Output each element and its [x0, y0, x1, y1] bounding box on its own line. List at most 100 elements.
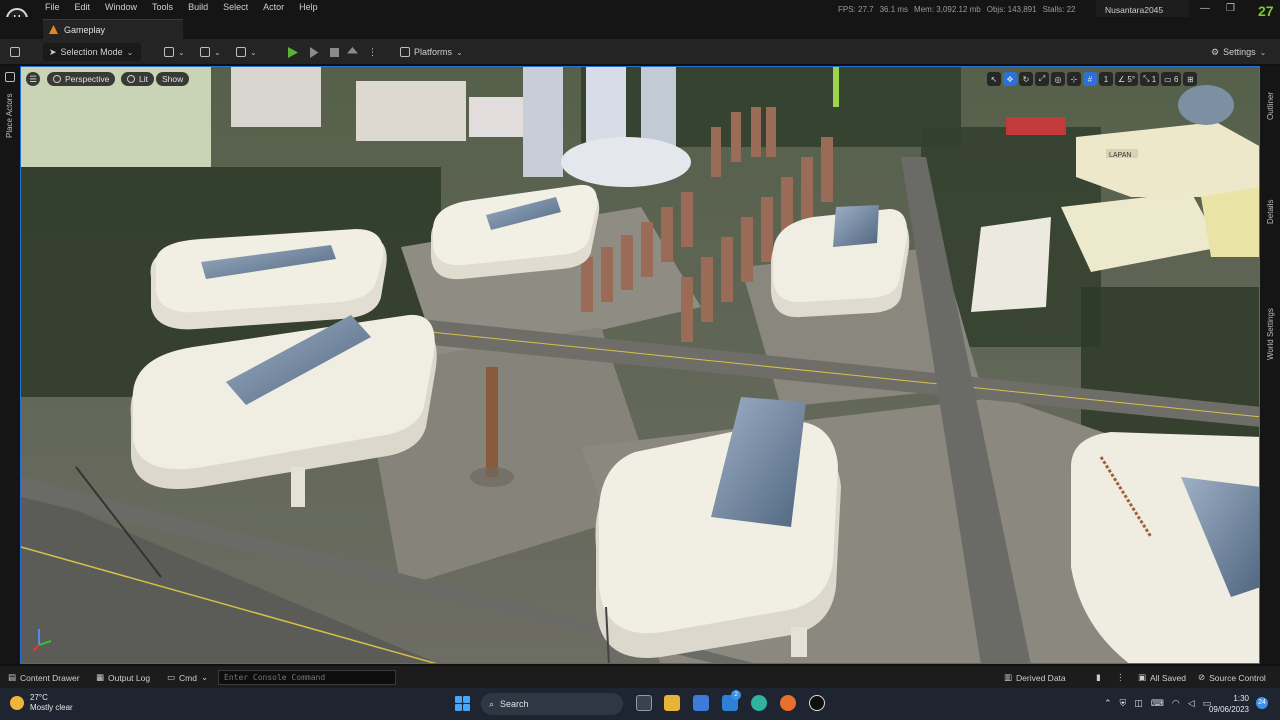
save-button[interactable]	[10, 43, 20, 61]
clock-date: 09/06/2023	[1208, 705, 1249, 714]
show-button[interactable]: Show	[156, 72, 190, 86]
microsoft-store-icon[interactable]	[693, 695, 709, 711]
building-f	[1071, 432, 1259, 663]
chevron-down-icon: ⌄	[126, 47, 134, 57]
lit-button[interactable]: Lit	[121, 72, 154, 86]
search-icon: ⌕	[489, 698, 495, 709]
content-drawer-label: Content Drawer	[20, 672, 80, 683]
rotation-snap-value: 5°	[1127, 74, 1136, 84]
chevron-up-icon[interactable]: ⌃	[1104, 698, 1112, 709]
world-local-button[interactable]: ◎	[1051, 72, 1065, 86]
details-tab[interactable]: Details	[1266, 200, 1275, 224]
level-icon	[49, 25, 58, 34]
keyboard-icon[interactable]: ⌨	[1151, 698, 1164, 709]
weather-widget[interactable]: 27°C Mostly clear	[10, 693, 73, 713]
menu-edit[interactable]: Edit	[75, 2, 100, 12]
search-label: Search	[500, 699, 529, 709]
menu-tools[interactable]: Tools	[152, 2, 182, 12]
memory-readout: Mem: 3,092.12 mb	[914, 5, 981, 14]
minimize-button[interactable]: —	[1200, 3, 1210, 14]
mail-icon[interactable]: 2	[722, 690, 741, 711]
menu-file[interactable]: File	[45, 2, 69, 12]
maximize-button[interactable]: ❐	[1226, 3, 1235, 14]
derived-data-button[interactable]: ▥ Derived Data	[1004, 672, 1066, 683]
viewport-menu-button[interactable]: ☰	[26, 72, 40, 86]
translate-tool-button[interactable]: ✥	[1003, 72, 1017, 86]
start-button[interactable]	[455, 696, 470, 711]
selection-mode-dropdown[interactable]: ➤ Selection Mode ⌄	[43, 43, 141, 61]
rotate-tool-button[interactable]: ↻	[1019, 72, 1033, 86]
level-viewport[interactable]: LAPAN ☰ Perspective Lit Show ↖ ✥ ↻ ⤢ ◎ ⊹…	[20, 66, 1260, 664]
eject-icon[interactable]	[347, 47, 358, 54]
perf-stats: FPS: 27.7 36.1 ms Mem: 3,092.12 mb Objs:…	[838, 5, 1075, 14]
grid-size-button[interactable]: 1	[1099, 72, 1113, 86]
grid-size-value: 1	[1103, 74, 1109, 84]
console-command-input[interactable]	[218, 670, 396, 685]
file-explorer-icon[interactable]	[664, 695, 680, 711]
unreal-engine-taskbar-icon[interactable]	[809, 695, 825, 711]
menu-window[interactable]: Window	[105, 2, 146, 12]
project-name: Nusantara2045	[1096, 0, 1189, 17]
add-actor-button[interactable]: ⌄	[164, 43, 185, 61]
source-control-button[interactable]: ⊘ Source Control	[1198, 672, 1266, 683]
perspective-label: Perspective	[65, 74, 110, 84]
platforms-dropdown[interactable]: Platforms ⌄	[400, 43, 463, 61]
perspective-button[interactable]: Perspective	[47, 72, 116, 86]
tab-gameplay[interactable]: Gameplay	[43, 19, 183, 39]
play-options-button[interactable]: ⋮	[368, 43, 377, 61]
step-icon[interactable]	[310, 47, 319, 58]
menu-build[interactable]: Build	[188, 2, 217, 12]
grid-snap-button[interactable]: #	[1083, 72, 1097, 86]
place-actors-tab[interactable]: Place Actors	[5, 94, 14, 138]
lapan-sign: LAPAN	[1109, 152, 1131, 159]
more-options-button[interactable]: ⋮	[1116, 672, 1125, 683]
content-drawer-button[interactable]: ▤ Content Drawer	[8, 672, 80, 683]
scale-snap-value: 1	[1151, 74, 1157, 84]
scale-snap-button[interactable]: ⤡ 1	[1140, 72, 1160, 86]
show-label: Show	[162, 74, 184, 84]
blueprint-icon	[200, 47, 210, 57]
task-view-icon[interactable]	[636, 695, 652, 711]
edge-browser-icon[interactable]	[751, 695, 767, 711]
viewport-layout-button[interactable]: ⊞	[1183, 72, 1198, 86]
bar-chart-icon: ▮	[1096, 672, 1101, 682]
save-icon	[10, 47, 20, 57]
taskbar-clock[interactable]: 1:30 09/06/2023	[1205, 693, 1249, 715]
cinematics-button[interactable]: ⌄	[236, 43, 257, 61]
menu-actor[interactable]: Actor	[263, 2, 293, 12]
blueprint-button[interactable]: ⌄	[200, 43, 221, 61]
cmd-dropdown[interactable]: ▭ Cmd ⌄	[167, 672, 208, 683]
add-cube-icon	[164, 47, 174, 57]
outliner-tab[interactable]: Outliner	[1266, 92, 1275, 120]
window-controls: — ❐	[1200, 3, 1235, 14]
stats-graph-button[interactable]: ▮	[1096, 672, 1101, 683]
volume-icon[interactable]: ◁	[1188, 698, 1195, 709]
left-side-panel: Place Actors	[0, 66, 20, 664]
play-icon[interactable]	[288, 47, 298, 58]
camera-speed-button[interactable]: ▭ 6	[1161, 72, 1182, 86]
select-tool-button[interactable]: ↖	[987, 72, 1001, 86]
surface-snap-button[interactable]: ⊹	[1067, 72, 1081, 86]
taskbar-search[interactable]: ⌕ Search	[481, 693, 623, 715]
firefox-icon[interactable]	[780, 695, 796, 711]
stop-icon[interactable]	[330, 48, 339, 57]
output-log-button[interactable]: ▦ Output Log	[96, 672, 150, 683]
world-settings-tab[interactable]: World Settings	[1266, 308, 1275, 360]
wifi-icon[interactable]: ◠	[1172, 698, 1180, 709]
rotate-icon: ↻	[1022, 74, 1030, 84]
status-bar: ▤ Content Drawer ▦ Output Log ▭ Cmd ⌄ ▥ …	[0, 665, 1280, 688]
notification-badge[interactable]: 24	[1256, 697, 1268, 709]
angle-icon: ∠	[1118, 74, 1126, 84]
settings-label: Settings	[1223, 47, 1256, 57]
menu-help[interactable]: Help	[299, 2, 327, 12]
menu-select[interactable]: Select	[223, 2, 257, 12]
all-saved-indicator[interactable]: ▣ All Saved	[1138, 672, 1186, 683]
network-icon[interactable]: ◫	[1134, 698, 1143, 709]
settings-dropdown[interactable]: ⚙ Settings ⌄	[1211, 43, 1266, 61]
security-icon[interactable]: ⛨	[1120, 698, 1127, 709]
snap-icon: ⊹	[1070, 74, 1078, 84]
derived-data-label: Derived Data	[1016, 672, 1066, 683]
rotation-snap-button[interactable]: ∠ 5°	[1115, 72, 1139, 86]
perspective-icon	[53, 75, 61, 83]
scale-tool-button[interactable]: ⤢	[1035, 72, 1049, 86]
